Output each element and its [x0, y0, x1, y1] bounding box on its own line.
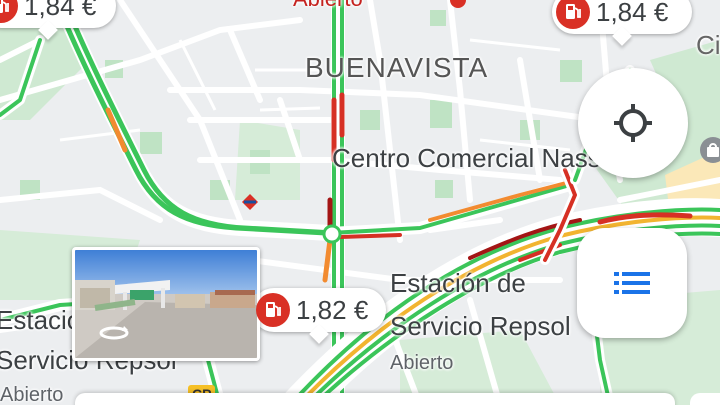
top-poi-status: Abierto: [293, 0, 363, 12]
fuel-price-pin-3[interactable]: 1,82 €: [252, 288, 386, 344]
left-station-status: Abierto: [0, 384, 64, 405]
map-canvas[interactable]: BUENAVISTA Abierto Centro Comercial Nass…: [0, 0, 720, 405]
station-status: Abierto: [390, 352, 454, 374]
fuel-price: 1,82 €: [296, 294, 369, 325]
fuel-pump-icon: [556, 0, 590, 29]
crosshair-location-icon: [614, 104, 652, 142]
fuel-price-pin-1[interactable]: 1,84 €: [0, 0, 116, 40]
fuel-price: 1,84 €: [24, 0, 97, 21]
fuel-price-pin-2[interactable]: 1,84 €: [552, 0, 692, 46]
station-label-line1[interactable]: Estación de: [390, 268, 526, 299]
my-location-button[interactable]: [578, 68, 688, 178]
street-view-thumbnail[interactable]: [72, 247, 260, 361]
bottom-sheet[interactable]: [75, 393, 675, 405]
list-icon: [614, 272, 650, 294]
shopping-bag-icon: [700, 137, 720, 163]
fuel-pump-icon: [0, 0, 18, 23]
street-view-360-icon: [97, 322, 131, 342]
district-label: BUENAVISTA: [305, 52, 489, 83]
list-view-button[interactable]: [577, 228, 687, 338]
station-label-line2[interactable]: Servicio Repsol: [390, 311, 571, 342]
right-poi-fragment: Ci: [696, 30, 720, 60]
fuel-price: 1,84 €: [596, 0, 669, 27]
metro-icon[interactable]: [241, 193, 259, 211]
fuel-pump-icon: [256, 293, 290, 327]
bottom-sheet-secondary[interactable]: [690, 393, 720, 405]
